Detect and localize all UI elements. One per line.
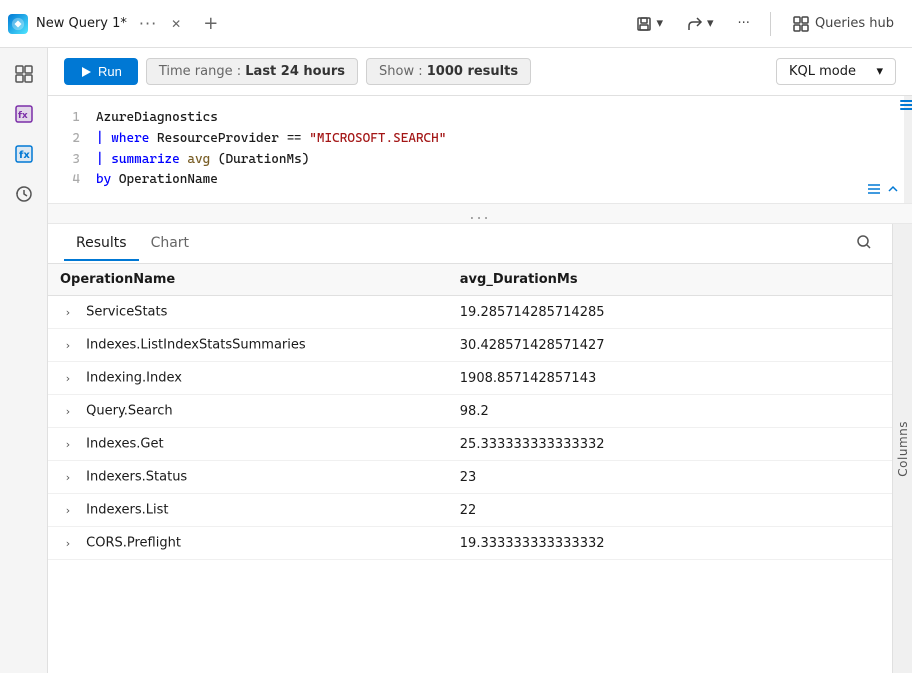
cell-avg: 30.428571428571427 [448,329,892,362]
tab-chart[interactable]: Chart [139,227,201,261]
col-header-avg: avg_DurationMs [448,264,892,296]
share-chevron: ▾ [707,16,714,31]
show-results-button[interactable]: Show : 1000 results [366,58,531,85]
editor-scroll-indicator [904,96,912,203]
queries-hub-label: Queries hub [815,16,894,31]
row-expand-btn[interactable]: › [60,337,76,353]
cell-avg: 98.2 [448,395,892,428]
save-btn[interactable]: ▾ [628,12,671,36]
editor-line-1: 1 AzureDiagnostics [64,108,896,129]
cell-avg: 1908.857142857143 [448,362,892,395]
add-tab-btn[interactable]: + [195,11,226,36]
cell-avg: 22 [448,494,892,527]
tab-close-btn[interactable]: ✕ [165,15,187,33]
show-label: Show : [379,64,423,79]
row-expand-btn[interactable]: › [60,469,76,485]
time-range-value: Last 24 hours [245,64,345,79]
table-row: › Indexers.List 22 [48,494,892,527]
tab-results[interactable]: Results [64,227,139,261]
row-expand-btn[interactable]: › [60,436,76,452]
drag-handle[interactable]: ... [48,204,912,224]
cell-operation: › Indexing.Index [48,362,448,395]
sidebar-item-code[interactable]: fx [6,96,42,132]
results-table: OperationName avg_DurationMs › ServiceSt… [48,264,892,560]
title-bar-actions: ▾ ▾ ··· Queries hub [628,12,904,36]
table-row: › ServiceStats 19.285714285714285 [48,296,892,329]
queries-hub-btn[interactable]: Queries hub [783,12,904,36]
cell-avg: 25.333333333333332 [448,428,892,461]
toolbar-divider [770,12,771,36]
results-section: Results Chart [48,224,912,673]
row-expand-btn[interactable]: › [60,370,76,386]
share-btn[interactable]: ▾ [679,12,722,36]
results-table-container[interactable]: OperationName avg_DurationMs › ServiceSt… [48,264,892,673]
sidebar-item-history[interactable] [6,176,42,212]
query-toolbar: Run Time range : Last 24 hours Show : 10… [48,48,912,96]
cell-avg: 19.285714285714285 [448,296,892,329]
time-range-label: Time range : [159,64,241,79]
editor-line-4: 4 by OperationName [64,170,896,191]
kql-mode-label: KQL mode [789,64,856,79]
columns-panel-label: Columns [896,421,910,477]
svg-text:fx: fx [18,111,28,121]
table-row: › Indexers.Status 23 [48,461,892,494]
content-area: Run Time range : Last 24 hours Show : 10… [48,48,912,673]
cell-operation: › ServiceStats [48,296,448,329]
tab-title: New Query 1* [36,16,127,31]
row-expand-btn[interactable]: › [60,535,76,551]
sidebar: fx fx [0,48,48,673]
cell-operation: › Query.Search [48,395,448,428]
tab-more-btn[interactable]: ··· [135,12,161,35]
more-actions-btn[interactable]: ··· [730,12,758,35]
row-expand-btn[interactable]: › [60,403,76,419]
cell-avg: 23 [448,461,892,494]
table-header-row: OperationName avg_DurationMs [48,264,892,296]
kql-mode-chevron: ▾ [876,64,883,79]
cell-operation: › Indexes.ListIndexStatsSummaries [48,329,448,362]
kql-mode-dropdown[interactable]: KQL mode ▾ [776,58,896,85]
tab-icon [8,14,28,34]
editor-line-3: 3 | summarize avg (DurationMs) [64,150,896,171]
columns-panel[interactable]: Columns [892,224,912,673]
results-tabs: Results Chart [48,224,892,264]
results-search-btn[interactable] [852,230,876,258]
cell-operation: › Indexers.Status [48,461,448,494]
editor-line-2: 2 | where ResourceProvider == "MICROSOFT… [64,129,896,150]
col-header-operation: OperationName [48,264,448,296]
table-row: › Indexes.Get 25.333333333333332 [48,428,892,461]
main-layout: fx fx Run Time rang [0,48,912,673]
title-bar: New Query 1* ··· ✕ + ▾ ▾ ··· [0,0,912,48]
time-range-button[interactable]: Time range : Last 24 hours [146,58,358,85]
save-chevron: ▾ [656,16,663,31]
show-value: 1000 results [427,64,518,79]
code-editor[interactable]: 1 AzureDiagnostics 2 | where ResourcePro… [48,96,912,204]
table-row: › Indexes.ListIndexStatsSummaries 30.428… [48,329,892,362]
run-button[interactable]: Run [64,58,138,85]
cell-operation: › CORS.Preflight [48,527,448,560]
svg-text:fx: fx [19,150,30,161]
cell-operation: › Indexers.List [48,494,448,527]
cell-avg: 19.333333333333332 [448,527,892,560]
collapse-editor-btn[interactable] [866,181,900,197]
table-row: › Indexing.Index 1908.857142857143 [48,362,892,395]
table-row: › CORS.Preflight 19.333333333333332 [48,527,892,560]
sidebar-item-grid[interactable] [6,56,42,92]
row-expand-btn[interactable]: › [60,502,76,518]
sidebar-item-function[interactable]: fx [6,136,42,172]
row-expand-btn[interactable]: › [60,304,76,320]
table-row: › Query.Search 98.2 [48,395,892,428]
cell-operation: › Indexes.Get [48,428,448,461]
